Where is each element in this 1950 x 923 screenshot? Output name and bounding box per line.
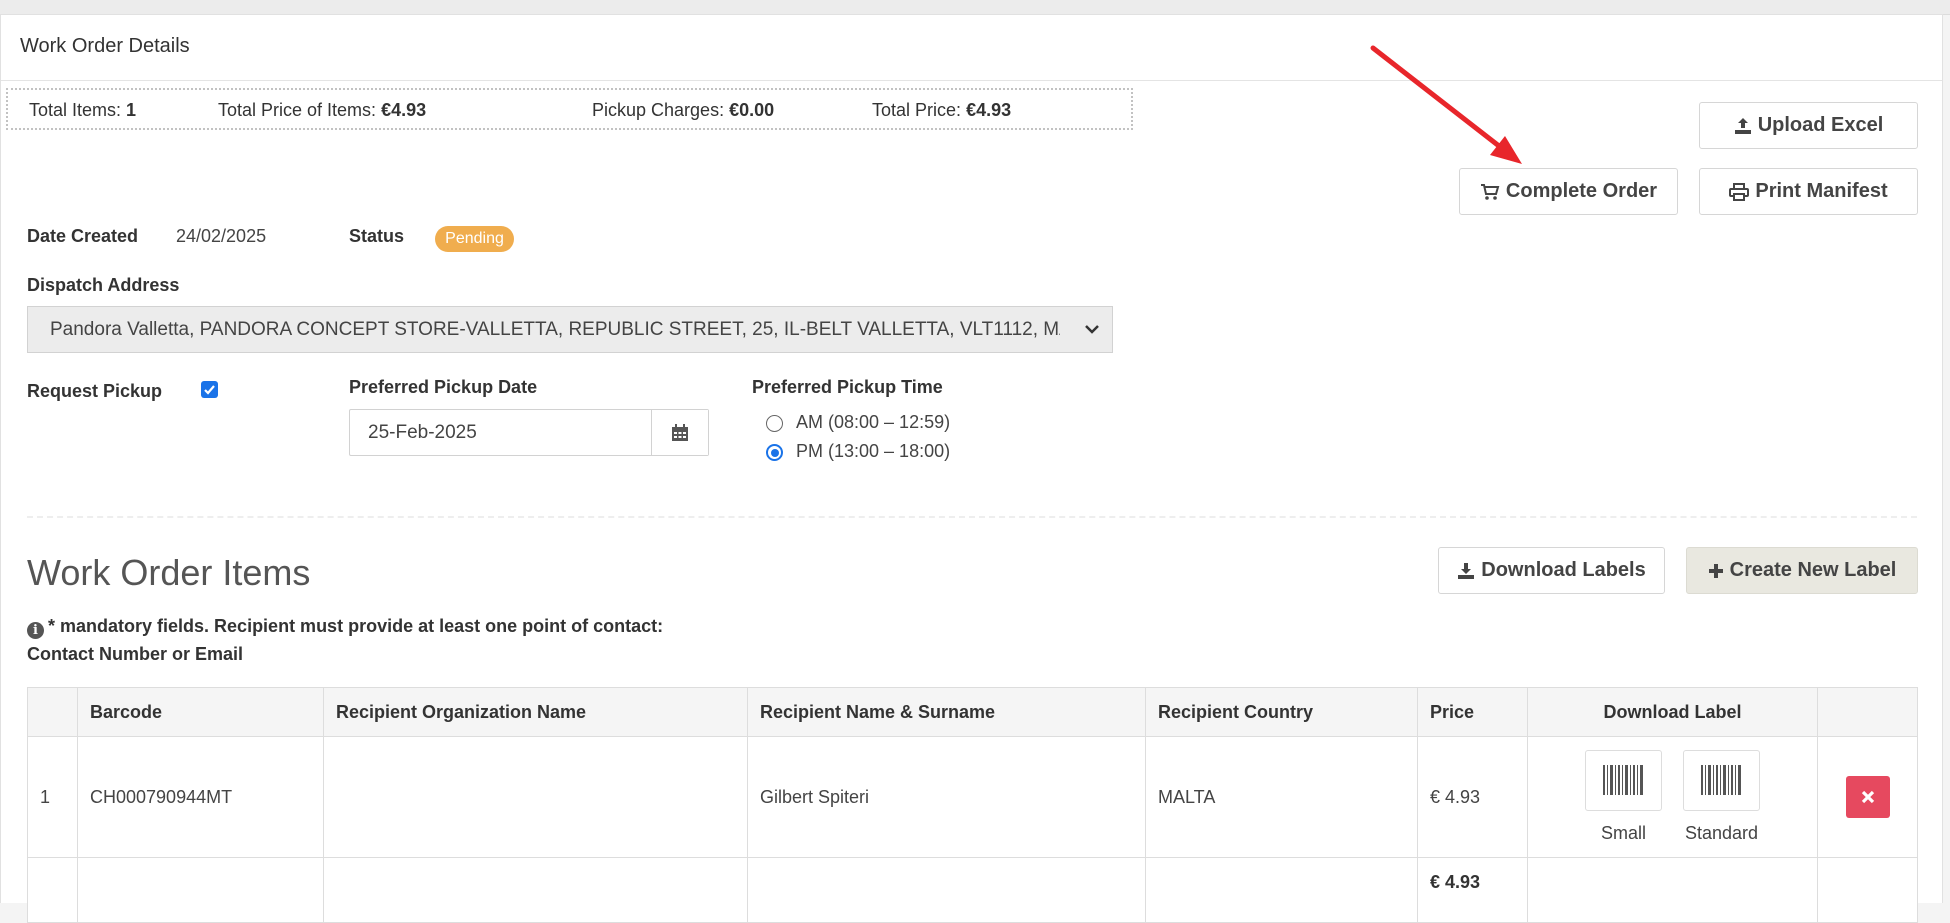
items-table: Barcode Recipient Organization Name Reci… (27, 687, 1918, 923)
mandatory-fields-note: i * mandatory fields. Recipient must prov… (27, 616, 664, 664)
create-new-label-button[interactable]: Create New Label (1686, 547, 1918, 594)
row-index: 1 (27, 736, 78, 858)
col-header-download-label: Download Label (1527, 687, 1818, 737)
delete-row-button[interactable] (1845, 776, 1890, 818)
col-header-country: Recipient Country (1145, 687, 1418, 737)
upload-excel-button[interactable]: Upload Excel (1699, 102, 1918, 149)
panel-title: Work Order Details (20, 35, 190, 57)
print-icon (1729, 182, 1750, 201)
row-barcode: CH000790944MT (77, 736, 324, 858)
info-icon: i (27, 622, 44, 639)
status-label: Status (349, 226, 405, 246)
col-header-name: Recipient Name & Surname (747, 687, 1146, 737)
plus-icon (1708, 563, 1723, 578)
table-header-row: Barcode Recipient Organization Name Reci… (27, 687, 1918, 737)
top-strip (0, 0, 1950, 15)
summary-total-items: Total Items: 1 (29, 100, 137, 120)
download-icon (1458, 562, 1475, 579)
barcode-icon (1584, 750, 1662, 811)
row-actions (1817, 736, 1918, 858)
pickup-time-pm-radio[interactable] (766, 444, 783, 461)
request-pickup-checkbox[interactable] (201, 381, 218, 398)
pickup-date-input[interactable]: 25-Feb-2025 (349, 409, 709, 456)
panel-header: Work Order Details (1, 15, 1942, 81)
download-standard-label[interactable]: Standard (1683, 750, 1760, 844)
complete-order-button[interactable]: Complete Order (1459, 168, 1678, 215)
table-total-row: € 4.93 (27, 857, 1918, 923)
section-divider (27, 516, 1917, 518)
col-header-actions (1817, 687, 1918, 737)
download-labels-button[interactable]: Download Labels (1438, 547, 1665, 594)
pickup-date-value: 25-Feb-2025 (368, 422, 477, 443)
summary-pickup-charges: Pickup Charges: €0.00 (592, 100, 775, 120)
preferred-pickup-date-label: Preferred Pickup Date (349, 377, 538, 397)
upload-icon (1734, 117, 1751, 134)
row-country: MALTA (1145, 736, 1418, 858)
order-summary: Total Items: 1 Total Price of Items: €4.… (6, 88, 1133, 130)
row-recipient-name: Gilbert Spiteri (747, 736, 1146, 858)
calendar-button[interactable] (651, 410, 708, 455)
summary-total-price-items: Total Price of Items: €4.93 (218, 100, 427, 120)
pickup-time-pm-label: PM (13:00 – 18:00) (796, 441, 951, 461)
close-icon (1861, 790, 1874, 804)
items-section-title: Work Order Items (27, 552, 311, 593)
col-header-index (27, 687, 78, 737)
date-created-value: 24/02/2025 (176, 226, 267, 246)
check-icon (204, 385, 215, 395)
dispatch-address-label: Dispatch Address (27, 275, 180, 295)
col-header-barcode: Barcode (77, 687, 324, 737)
pickup-time-am-radio[interactable] (766, 415, 783, 432)
row-price: € 4.93 (1417, 736, 1528, 858)
cart-icon (1480, 183, 1500, 200)
row-organization (323, 736, 748, 858)
dispatch-address-value: Pandora Valletta, PANDORA CONCEPT STORE-… (50, 319, 1060, 340)
chevron-down-icon (1085, 325, 1099, 334)
preferred-pickup-time-label: Preferred Pickup Time (752, 377, 943, 397)
pickup-time-am-label: AM (08:00 – 12:59) (796, 412, 951, 432)
status-badge: Pending (435, 226, 514, 252)
request-pickup-label: Request Pickup (27, 381, 163, 401)
print-manifest-button[interactable]: Print Manifest (1699, 168, 1918, 215)
download-small-label[interactable]: Small (1584, 750, 1662, 844)
row-download-label: Small Standard (1527, 736, 1818, 858)
col-header-price: Price (1417, 687, 1528, 737)
calendar-icon (672, 423, 688, 441)
barcode-icon (1683, 750, 1760, 811)
summary-total-price: Total Price: €4.93 (872, 100, 1012, 120)
table-row: 1 CH000790944MT Gilbert Spiteri MALTA € … (27, 736, 1918, 858)
total-price-cell: € 4.93 (1417, 857, 1528, 923)
dispatch-address-select[interactable]: Pandora Valletta, PANDORA CONCEPT STORE-… (27, 306, 1113, 353)
date-created-label: Date Created (27, 226, 139, 246)
col-header-organization: Recipient Organization Name (323, 687, 748, 737)
